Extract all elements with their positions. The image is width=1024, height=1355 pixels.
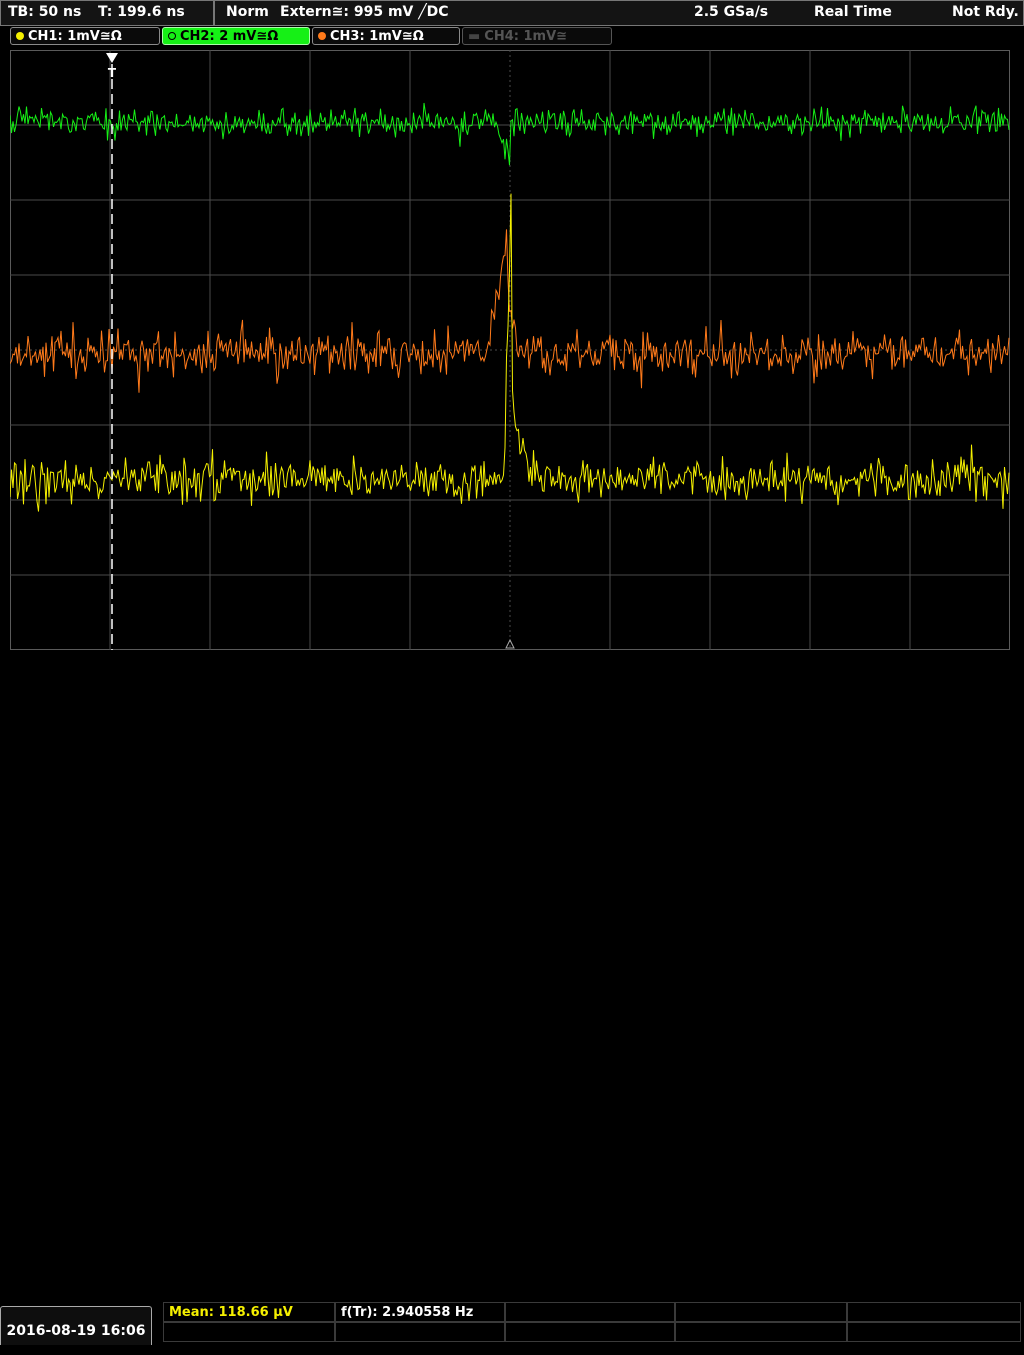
meas-cell[interactable] bbox=[163, 1322, 335, 1342]
meas-cell[interactable] bbox=[847, 1322, 1021, 1342]
timebase-label: TB: 50 ns bbox=[8, 4, 82, 20]
channel-label: CH2: 2 mV≅Ω bbox=[180, 29, 279, 44]
meas-cell[interactable] bbox=[847, 1302, 1021, 1322]
status-bar: TB: 50 ns T: 199.6 ns Norm Extern≅: 995 … bbox=[0, 0, 1024, 26]
channel-color-dot bbox=[16, 31, 24, 40]
mean-measurement: Mean: 118.66 µV bbox=[169, 1305, 293, 1320]
meas-cell[interactable] bbox=[675, 1302, 847, 1322]
meas-cell[interactable] bbox=[335, 1322, 505, 1342]
channel-tab-ch4[interactable]: ▬ CH4: 1mV≅ bbox=[462, 27, 612, 45]
channel-label: CH4: 1mV≅ bbox=[484, 29, 568, 44]
meas-cell[interactable] bbox=[505, 1322, 675, 1342]
acquisition-mode: Norm bbox=[226, 4, 269, 20]
channel-tab-ch1[interactable]: CH1: 1mV≅Ω bbox=[10, 27, 160, 45]
realtime-label: Real Time bbox=[814, 4, 892, 20]
trigger-source: Extern≅: 995 mV ╱DC bbox=[280, 4, 449, 20]
meas-cell[interactable] bbox=[675, 1322, 847, 1342]
waveform-display[interactable]: T bbox=[10, 50, 1010, 650]
measurement-grid: Mean: 118.66 µV f(Tr): 2.940558 Hz bbox=[163, 1302, 1021, 1345]
channel-tab-ch2[interactable]: CH2: 2 mV≅Ω bbox=[162, 27, 310, 45]
channel-color-dot bbox=[318, 31, 326, 40]
channel-tab-ch3[interactable]: CH3: 1mV≅Ω bbox=[312, 27, 460, 45]
status-label: Not Rdy. bbox=[952, 4, 1019, 20]
channel-label: CH3: 1mV≅Ω bbox=[330, 29, 424, 44]
trigger-frequency-measurement: f(Tr): 2.940558 Hz bbox=[341, 1305, 474, 1320]
channel-off-icon: ▬ bbox=[468, 29, 481, 44]
meas-cell[interactable] bbox=[505, 1302, 675, 1322]
measurement-bar: 2016-08-19 16:06 Mean: 118.66 µV f(Tr): … bbox=[0, 650, 1024, 1345]
channel-bar: CH1: 1mV≅Ω CH2: 2 mV≅Ω CH3: 1mV≅Ω ▬ CH4: … bbox=[0, 26, 1024, 48]
trigger-time-label: T: 199.6 ns bbox=[98, 4, 185, 20]
date-time: 2016-08-19 16:06 bbox=[0, 1306, 152, 1345]
sample-rate: 2.5 GSa/s bbox=[694, 4, 769, 20]
trigger-marker-label: T bbox=[108, 66, 117, 80]
channel-color-dot bbox=[168, 31, 176, 40]
channel-label: CH1: 1mV≅Ω bbox=[28, 29, 122, 44]
